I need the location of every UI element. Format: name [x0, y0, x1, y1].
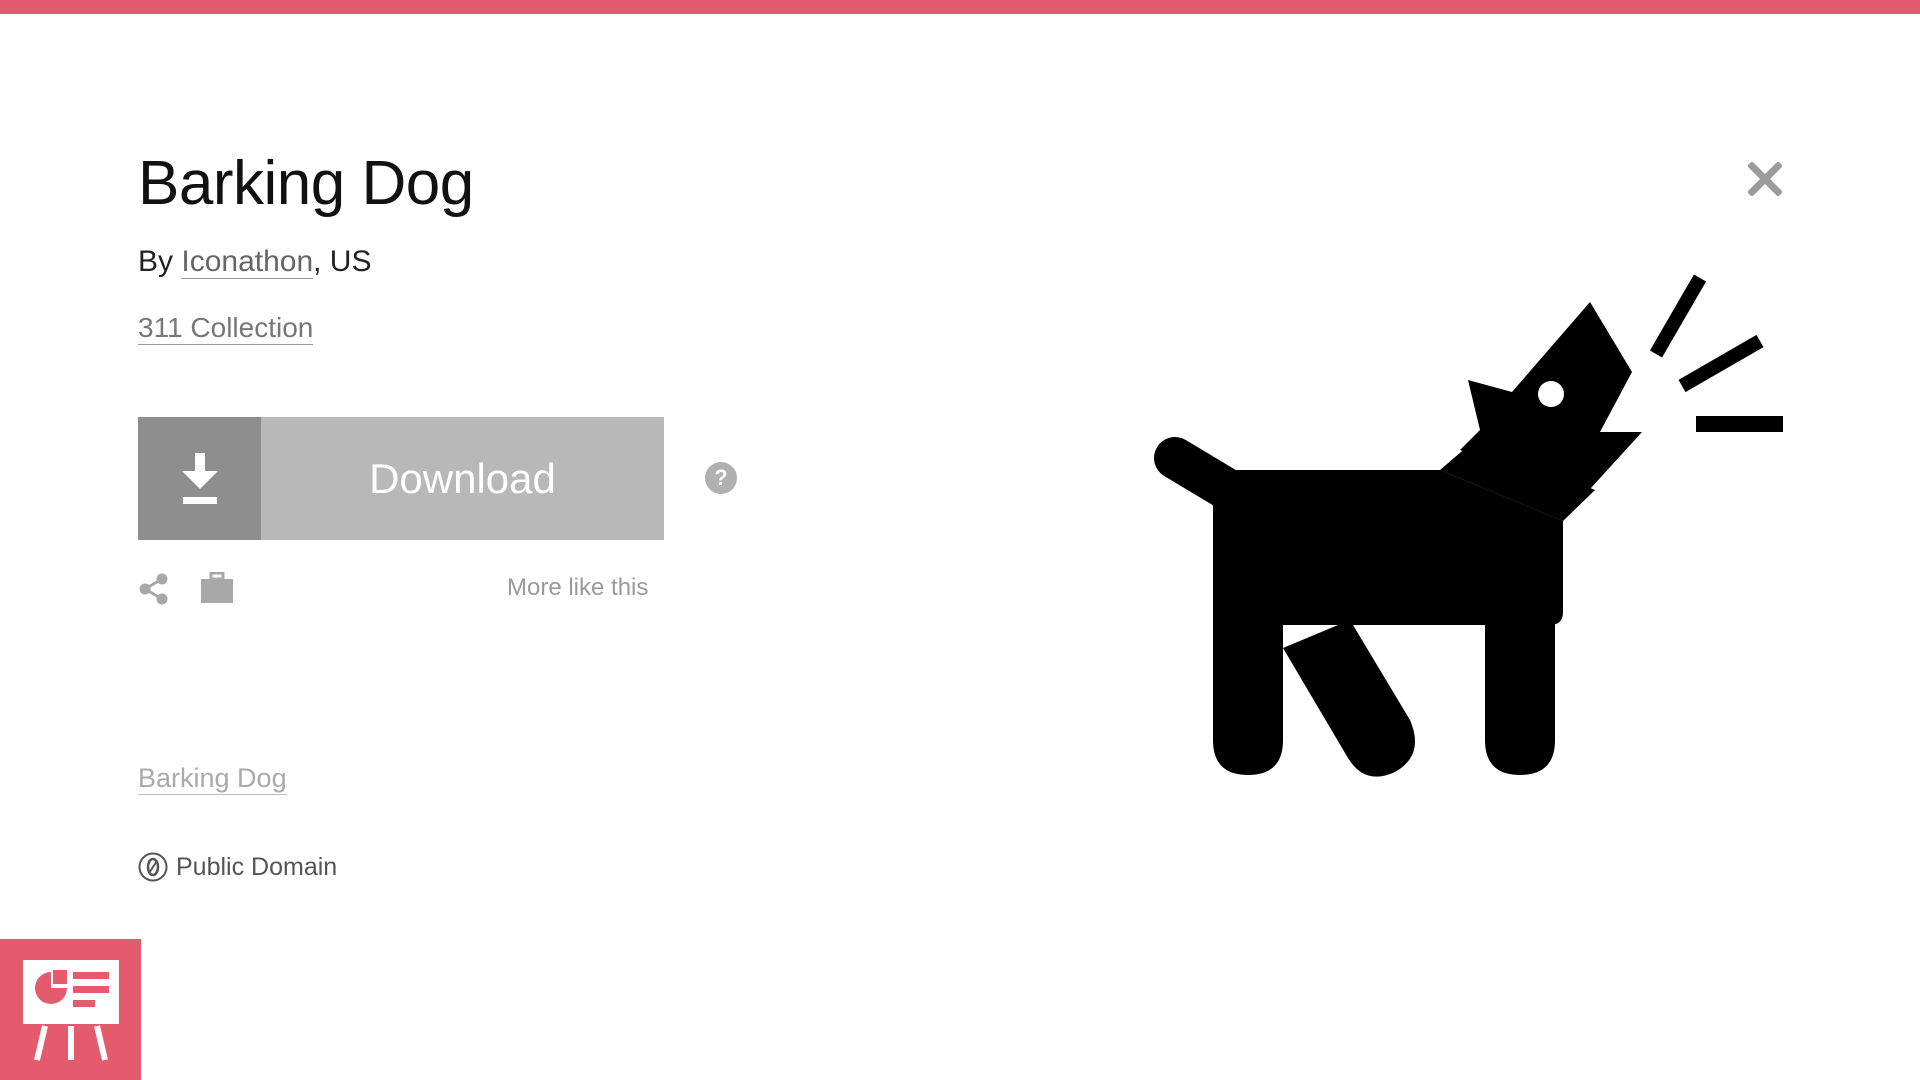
collection-link[interactable]: 311 Collection	[138, 312, 314, 345]
author-link[interactable]: Iconathon	[181, 245, 314, 279]
more-like-this-link[interactable]: More like this	[507, 574, 648, 602]
download-icon	[181, 452, 218, 504]
briefcase-icon[interactable]	[200, 572, 234, 604]
share-icon[interactable]	[138, 572, 170, 606]
icon-title: Barking Dog	[138, 149, 474, 218]
tag-link[interactable]: Barking Dog	[138, 763, 287, 795]
download-label: Download	[261, 417, 664, 540]
byline-prefix: By	[138, 245, 182, 278]
byline: By Iconathon, US	[138, 245, 372, 279]
svg-text:?: ?	[714, 465, 727, 490]
top-accent-bar	[0, 0, 1920, 14]
author-location: , US	[313, 245, 372, 278]
presentation-icon	[22, 959, 119, 1061]
download-button[interactable]: Download	[138, 417, 664, 540]
cc0-icon	[138, 852, 168, 882]
download-icon-box	[138, 417, 261, 540]
license-info: Public Domain	[138, 852, 337, 882]
help-icon[interactable]: ?	[704, 461, 738, 495]
presentation-badge[interactable]	[0, 939, 141, 1080]
license-label: Public Domain	[176, 852, 338, 881]
close-icon[interactable]	[1748, 162, 1782, 196]
barking-dog-icon	[1154, 274, 1783, 777]
